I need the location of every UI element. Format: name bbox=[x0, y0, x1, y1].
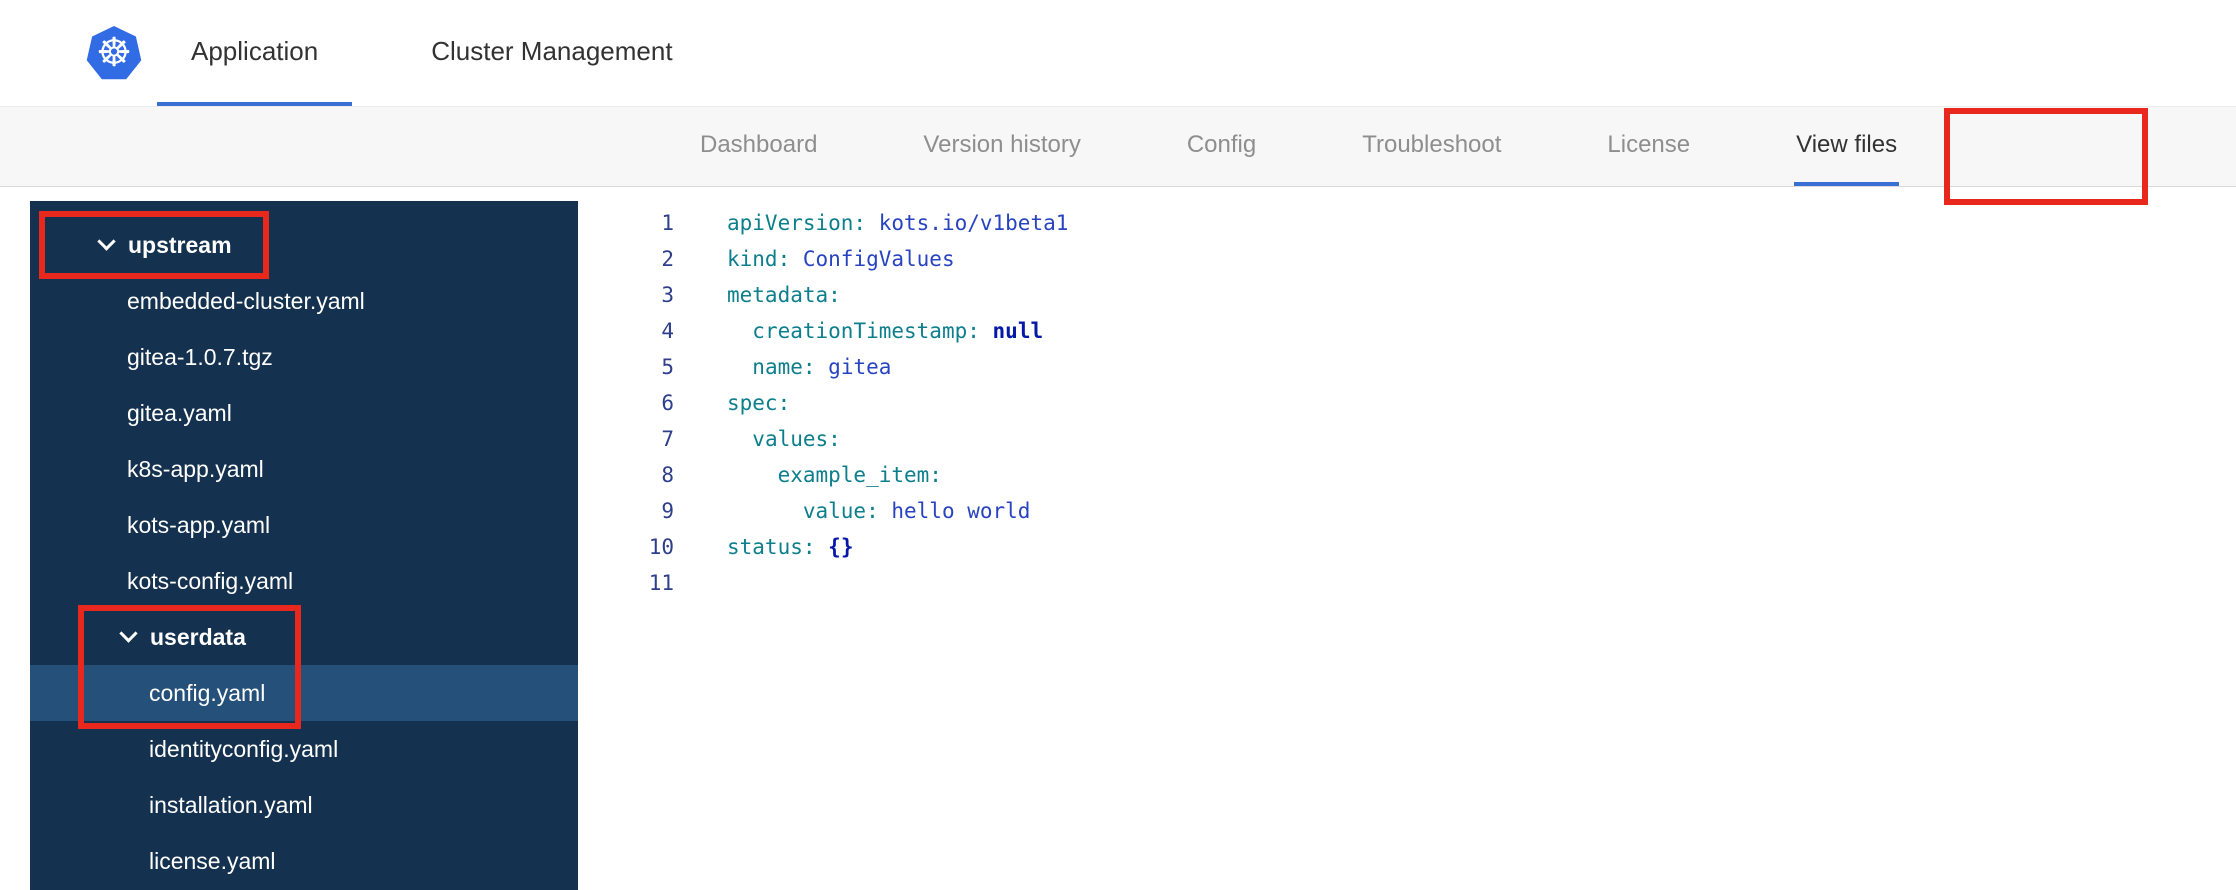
code-line: 8 example_item: bbox=[578, 457, 2236, 493]
code-text: metadata: bbox=[727, 283, 841, 307]
tree-file-config.yaml[interactable]: config.yaml bbox=[30, 665, 578, 721]
code-editor[interactable]: 1 apiVersion: kots.io/v1beta1 2 kind: Confi… bbox=[578, 188, 2236, 890]
code-text: example_item: bbox=[777, 463, 942, 487]
code-line: 1 apiVersion: kots.io/v1beta1 bbox=[578, 205, 2236, 241]
line-number: 7 bbox=[661, 427, 674, 451]
header-tabs: Application Cluster Management bbox=[157, 0, 752, 106]
tree-folder-upstream[interactable]: upstream bbox=[30, 217, 578, 273]
tree-file-gitea-1.0.7.tgz[interactable]: gitea-1.0.7.tgz bbox=[30, 329, 578, 385]
chevron-down-icon bbox=[119, 624, 138, 643]
line-number: 9 bbox=[661, 499, 674, 523]
tab-application[interactable]: Application bbox=[157, 0, 353, 106]
subnav-item-config[interactable]: Config bbox=[1185, 107, 1258, 186]
tree-item-label: upstream bbox=[128, 231, 232, 258]
tree-file-k8s-app.yaml[interactable]: k8s-app.yaml bbox=[30, 441, 578, 497]
code-line: 3 metadata: bbox=[578, 277, 2236, 313]
code-line: 5 name: gitea bbox=[578, 349, 2236, 385]
code-text: values: bbox=[752, 427, 841, 451]
tree-file-embedded-cluster.yaml[interactable]: embedded-cluster.yaml bbox=[30, 273, 578, 329]
code-line: 2 kind: ConfigValues bbox=[578, 241, 2236, 277]
tree-file-kots-app.yaml[interactable]: kots-app.yaml bbox=[30, 497, 578, 553]
app-subnav: Dashboard Version history Config Troublesho… bbox=[0, 107, 2236, 187]
tree-item-label: identityconfig.yaml bbox=[149, 735, 339, 762]
subnav-item-version-history[interactable]: Version history bbox=[921, 107, 1082, 186]
code-lines: 1 apiVersion: kots.io/v1beta1 2 kind: Confi… bbox=[578, 205, 2236, 601]
app-header: ☸ Application Cluster Management bbox=[0, 0, 2236, 107]
tab-cluster-management[interactable]: Cluster Management bbox=[397, 0, 706, 106]
tree-file-installation.yaml[interactable]: installation.yaml bbox=[30, 777, 578, 833]
subnav-item-dashboard[interactable]: Dashboard bbox=[698, 107, 819, 186]
subnav-item-license[interactable]: License bbox=[1605, 107, 1692, 186]
tree-item-label: kots-config.yaml bbox=[127, 567, 294, 594]
tree-file-kots-config.yaml[interactable]: kots-config.yaml bbox=[30, 553, 578, 609]
line-number: 10 bbox=[648, 535, 674, 559]
tree-file-license.yaml[interactable]: license.yaml bbox=[30, 833, 578, 889]
code-text: name: gitea bbox=[752, 355, 892, 379]
code-text: kind: ConfigValues bbox=[727, 247, 955, 271]
helm-wheel-icon: ☸ bbox=[96, 30, 132, 76]
kubernetes-logo-icon: ☸ bbox=[86, 26, 142, 80]
chevron-down-icon bbox=[97, 232, 116, 251]
tree-item-label: installation.yaml bbox=[149, 791, 313, 818]
tree-item-label: gitea-1.0.7.tgz bbox=[127, 343, 273, 370]
code-text: apiVersion: kots.io/v1beta1 bbox=[727, 211, 1069, 235]
line-number: 3 bbox=[661, 283, 674, 307]
code-line: 7 values: bbox=[578, 421, 2236, 457]
code-line: 11 bbox=[578, 565, 2236, 601]
code-line: 9 value: hello world bbox=[578, 493, 2236, 529]
tree-item-label: userdata bbox=[150, 623, 246, 650]
tree-item-label: kots-app.yaml bbox=[127, 511, 271, 538]
subnav-items: Dashboard Version history Config Troublesho… bbox=[698, 107, 1900, 186]
line-number: 4 bbox=[661, 319, 674, 343]
code-line: 6 spec: bbox=[578, 385, 2236, 421]
line-number: 8 bbox=[661, 463, 674, 487]
code-text: status: {} bbox=[727, 535, 854, 559]
tree-file-identityconfig.yaml[interactable]: identityconfig.yaml bbox=[30, 721, 578, 777]
tree-item-label: embedded-cluster.yaml bbox=[127, 287, 365, 314]
code-text: value: hello world bbox=[802, 499, 1031, 523]
line-number: 2 bbox=[661, 247, 674, 271]
code-line: 10 status: {} bbox=[578, 529, 2236, 565]
code-text: creationTimestamp: null bbox=[752, 319, 1044, 343]
tree-folder-userdata[interactable]: userdata bbox=[30, 609, 578, 665]
tree-item-label: gitea.yaml bbox=[127, 399, 232, 426]
line-number: 1 bbox=[661, 211, 674, 235]
line-number: 6 bbox=[661, 391, 674, 415]
file-tree: upstream embedded-cluster.yaml gitea-1.0.7… bbox=[30, 201, 578, 890]
code-line: 4 creationTimestamp: null bbox=[578, 313, 2236, 349]
line-number: 5 bbox=[661, 355, 674, 379]
line-number: 11 bbox=[648, 571, 674, 595]
tree-item-label: k8s-app.yaml bbox=[127, 455, 264, 482]
subnav-item-troubleshoot[interactable]: Troubleshoot bbox=[1360, 107, 1503, 186]
code-text: spec: bbox=[727, 391, 791, 415]
tree-item-label: license.yaml bbox=[149, 847, 276, 874]
subnav-item-view-files[interactable]: View files bbox=[1794, 107, 1900, 186]
tree-file-gitea.yaml[interactable]: gitea.yaml bbox=[30, 385, 578, 441]
tree-item-label: config.yaml bbox=[149, 679, 266, 706]
